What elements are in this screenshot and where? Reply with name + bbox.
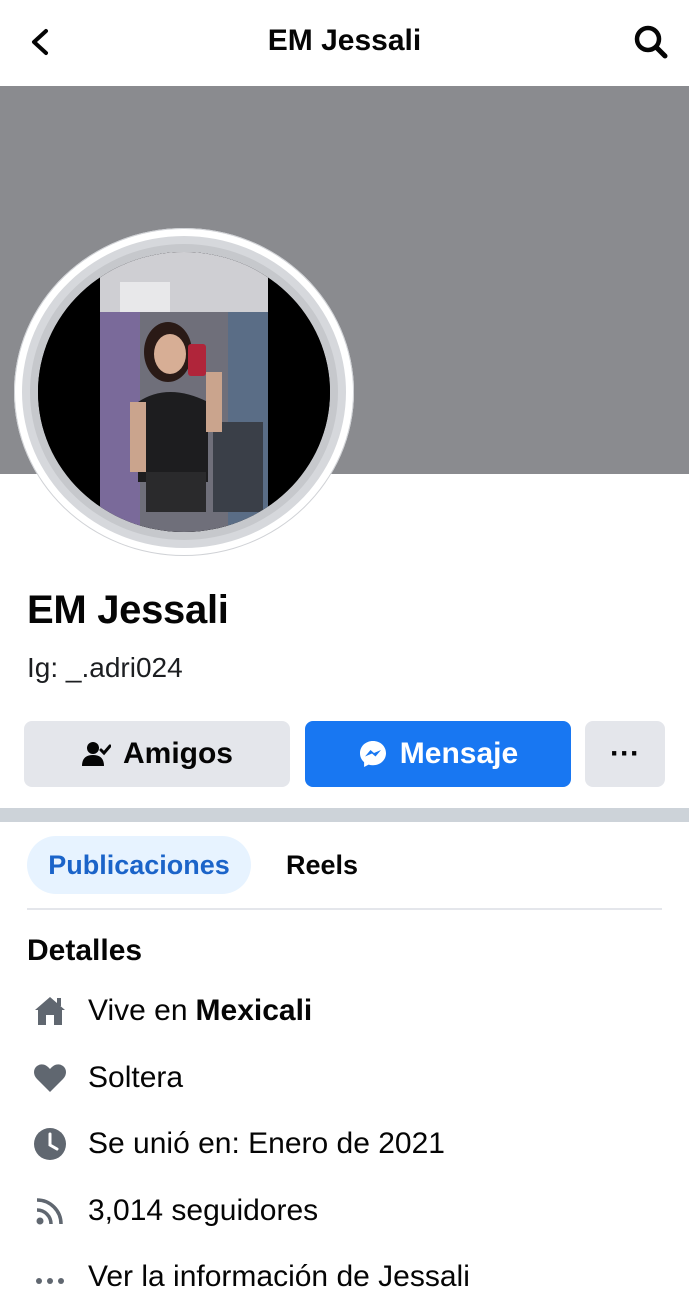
detail-lives-in: Vive en Mexicali <box>30 986 312 1036</box>
profile-photo-image <box>38 252 330 532</box>
friends-button[interactable]: Amigos <box>24 721 290 787</box>
profile-bio: Ig: _.adri024 <box>27 652 183 683</box>
rss-icon <box>30 1191 70 1231</box>
lives-in-city[interactable]: Mexicali <box>196 994 313 1028</box>
search-icon[interactable] <box>631 22 671 62</box>
more-button[interactable]: ··· <box>585 721 665 787</box>
top-bar: EM Jessali <box>0 0 689 86</box>
friends-label: Amigos <box>122 737 233 770</box>
detail-relationship: Soltera <box>30 1053 183 1103</box>
page-title: EM Jessali <box>267 24 422 57</box>
tab-reels[interactable]: Reels <box>286 836 358 894</box>
tab-reels-label: Reels <box>286 849 359 880</box>
ellipsis-icon <box>30 1257 70 1297</box>
avatar[interactable] <box>22 236 346 548</box>
heart-icon <box>30 1058 70 1098</box>
more-info-text: Ver la información de Jessali <box>88 1260 470 1293</box>
followers-text: 3,014 seguidores <box>88 1194 319 1227</box>
detail-followers[interactable]: 3,014 seguidores <box>30 1186 318 1236</box>
joined-text: Se unió en: Enero de 2021 <box>88 1127 445 1160</box>
more-icon: ··· <box>610 737 640 770</box>
section-divider <box>0 808 689 822</box>
message-label: Mensaje <box>399 737 519 770</box>
profile-name: EM Jessali <box>27 588 229 632</box>
tab-publicaciones[interactable]: Publicaciones <box>27 836 251 894</box>
messenger-icon <box>359 741 386 767</box>
lives-in-prefix: Vive en <box>88 994 188 1027</box>
tab-publicaciones-label: Publicaciones <box>48 849 230 880</box>
clock-icon <box>30 1124 70 1164</box>
detail-more-info[interactable]: Ver la información de Jessali <box>30 1252 470 1302</box>
detail-joined: Se unió en: Enero de 2021 <box>30 1119 445 1169</box>
details-heading: Detalles <box>27 934 143 967</box>
message-button[interactable]: Mensaje <box>305 721 571 787</box>
profile-photo <box>38 252 330 532</box>
relationship-text: Soltera <box>88 1061 184 1094</box>
tabs-divider <box>27 908 662 910</box>
add-friend-icon <box>81 742 111 766</box>
home-icon <box>30 991 70 1031</box>
